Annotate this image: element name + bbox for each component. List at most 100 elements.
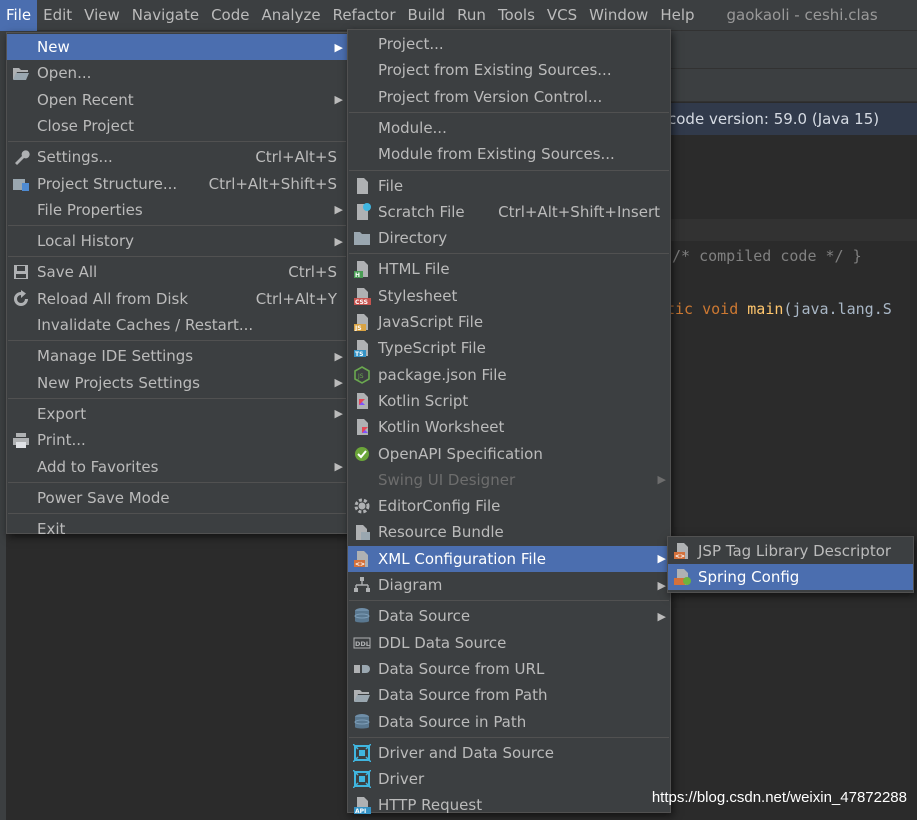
new-menu-item-http-request[interactable]: API HTTP Request [348,792,670,818]
file-menu-item-reload-all-from-disk[interactable]: Reload All from Disk Ctrl+Alt+Y [7,286,347,312]
menu-analyze[interactable]: Analyze [255,0,326,31]
decompiler-banner: code version: 59.0 (Java 15) [640,103,917,135]
menu-window[interactable]: Window [583,0,654,31]
new-menu-item-resource-bundle[interactable]: Resource Bundle [348,519,670,545]
menu-item-label: File Properties [37,200,143,219]
menu-item-label: Data Source from URL [378,659,545,678]
menu-item-label: Kotlin Worksheet [378,418,505,437]
kotlin-script-icon [352,391,372,411]
new-menu-item-scratch-file[interactable]: Scratch File Ctrl+Alt+Shift+Insert [348,199,670,225]
menu-separator [8,481,346,483]
code-line: /* compiled code */ } [672,247,862,265]
new-menu-item-data-source-from-path[interactable]: Data Source from Path [348,682,670,708]
file-menu-item-local-history[interactable]: Local History ▶ [7,228,347,254]
watermark: https://blog.csdn.net/weixin_47872288 [651,789,907,806]
new-menu-item-data-source-from-url[interactable]: Data Source from URL [348,656,670,682]
new-menu-item-diagram[interactable]: Diagram ▶ [348,572,670,598]
file-menu-item-exit[interactable]: Exit [7,516,347,542]
new-menu-item-data-source-in-path[interactable]: Data Source in Path [348,709,670,735]
file-menu-item-new[interactable]: New ▶ [7,34,347,60]
menu-edit[interactable]: Edit [37,0,78,31]
submenu-arrow-icon: ▶ [334,349,343,363]
menu-item-label: JSP Tag Library Descriptor [698,542,892,560]
menu-view[interactable]: View [78,0,126,31]
new-menu-item-ddl-data-source[interactable]: DDL DDL Data Source [348,630,670,656]
file-menu-item-open-recent[interactable]: Open Recent ▶ [7,87,347,113]
menu-item-label: Module from Existing Sources... [378,145,615,164]
menu-code[interactable]: Code [205,0,255,31]
new-menu-item-html-file[interactable]: H HTML File [348,256,670,282]
file-menu-item-save-all[interactable]: Save All Ctrl+S [7,259,347,285]
submenu-arrow-icon: ▶ [657,473,666,487]
new-menu-item-kotlin-worksheet[interactable]: Kotlin Worksheet [348,414,670,440]
file-menu-item-close-project[interactable]: Close Project [7,113,347,139]
css-file-icon: CSS [352,286,372,306]
new-menu-item-directory[interactable]: Directory [348,225,670,251]
folder-open-icon [352,685,372,705]
new-menu-item-stylesheet[interactable]: CSS Stylesheet [348,283,670,309]
file-menu-item-new-projects-settings[interactable]: New Projects Settings ▶ [7,370,347,396]
file-menu-item-open[interactable]: Open... [7,60,347,86]
new-menu-item-project-from-version-control[interactable]: Project from Version Control... [348,84,670,110]
new-menu-item-data-source[interactable]: Data Source ▶ [348,603,670,629]
new-menu-item-typescript-file[interactable]: TS TypeScript File [348,335,670,361]
menu-item-label: Stylesheet [378,286,458,305]
scratch-file-icon [352,202,372,222]
code-function: main [747,300,784,318]
svg-text:TS: TS [355,351,363,357]
file-menu-item-print[interactable]: Print... [7,427,347,453]
resource-bundle-icon [352,522,372,542]
menu-item-label: Save All [37,263,98,282]
menu-navigate[interactable]: Navigate [126,0,205,31]
diagram-icon [352,575,372,595]
menu-refactor[interactable]: Refactor [327,0,402,31]
menu-build[interactable]: Build [402,0,452,31]
new-menu-item-project-from-existing-sources[interactable]: Project from Existing Sources... [348,57,670,83]
file-menu-item-power-save-mode[interactable]: Power Save Mode [7,485,347,511]
menu-item-label: Diagram [378,576,443,594]
new-menu-item-xml-configuration-file[interactable]: <> XML Configuration File ▶ [348,545,670,572]
new-menu-item-driver[interactable]: Driver [348,766,670,792]
code-line: tic void main(java.lang.S [666,300,892,318]
menu-vcs[interactable]: VCS [541,0,583,31]
menu-separator [8,513,346,515]
file-menu: New ▶ Open... Open Recent ▶ Close Project Sett… [6,32,348,538]
new-menu-item-editorconfig-file[interactable]: EditorConfig File [348,493,670,519]
file-menu-item-settings[interactable]: Settings... Ctrl+Alt+S [7,144,347,170]
menu-tools[interactable]: Tools [492,0,541,31]
save-icon [11,262,31,282]
menu-item-label: Close Project [37,116,134,135]
new-menu-item-javascript-file[interactable]: JS JavaScript File [348,309,670,335]
menu-item-shortcut: Ctrl+S [288,263,337,282]
project-structure-icon [11,174,31,194]
file-menu-item-add-to-favorites[interactable]: Add to Favorites ▶ [7,454,347,480]
file-menu-item-invalidate-caches-restart[interactable]: Invalidate Caches / Restart... [7,312,347,338]
code-plain: (java.lang.S [783,300,892,318]
new-menu-item-file[interactable]: File [348,173,670,199]
file-menu-item-export[interactable]: Export ▶ [7,401,347,427]
spring-xml-icon [672,567,692,587]
xml-menu-item-spring-config[interactable]: Spring Config [668,564,913,591]
javascript-file-icon: JS [352,312,372,332]
new-menu-item-module-from-existing-sources[interactable]: Module from Existing Sources... [348,141,670,167]
menu-help[interactable]: Help [654,0,700,31]
svg-text:DDL: DDL [355,640,370,648]
new-menu-item-project[interactable]: Project... [348,31,670,57]
menu-item-shortcut: Ctrl+Alt+Shift+S [208,174,337,193]
menu-file[interactable]: File [0,0,38,31]
xml-menu-item-jsp-tag-library-descriptor[interactable]: <> JSP Tag Library Descriptor [668,538,913,564]
new-menu-item-driver-and-data-source[interactable]: Driver and Data Source [348,740,670,766]
menu-item-label: Open... [37,64,92,83]
file-menu-item-manage-ide-settings[interactable]: Manage IDE Settings ▶ [7,343,347,369]
menu-run[interactable]: Run [451,0,492,31]
new-menu-item-module[interactable]: Module... [348,115,670,141]
file-menu-item-project-structure[interactable]: Project Structure... Ctrl+Alt+Shift+S [7,171,347,197]
new-menu-item-package-json-file[interactable]: JS package.json File [348,362,670,388]
file-menu-item-file-properties[interactable]: File Properties ▶ [7,197,347,223]
menu-item-label: Swing UI Designer [378,470,516,489]
new-menu-item-kotlin-script[interactable]: Kotlin Script [348,388,670,414]
menu-item-shortcut: Ctrl+Alt+Shift+Insert [498,202,660,221]
api-icon: API [352,795,372,815]
new-menu-item-openapi-specification[interactable]: OpenAPI Specification [348,441,670,467]
menu-item-shortcut: Ctrl+Alt+Y [255,289,337,308]
